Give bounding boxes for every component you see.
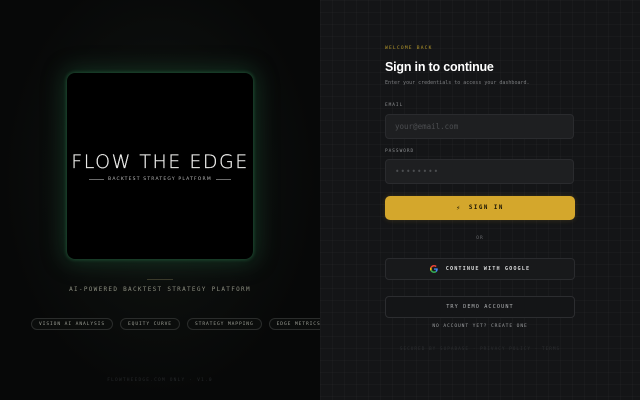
google-signin-button[interactable]: CONTINUE WITH GOOGLE: [385, 258, 575, 280]
or-divider: OR: [476, 236, 484, 241]
create-account-link[interactable]: NO ACCOUNT YET? CREATE ONE: [385, 324, 575, 329]
logo-subtitle: BACKTEST STRATEGY PLATFORM: [108, 177, 212, 182]
feature-chips: VISION AI ANALYSIS EQUITY CURVE STRATEGY…: [31, 318, 329, 330]
bolt-icon: ⚡: [456, 204, 462, 212]
brand-footer: FLOWTHEEDGE.COM ONLY · V1.0: [107, 378, 213, 383]
google-signin-label: CONTINUE WITH GOOGLE: [445, 266, 531, 272]
logo-title: FLOW THE EDGE: [71, 151, 249, 173]
email-label: EMAIL: [385, 103, 404, 108]
page-title: Sign in to continue: [385, 60, 494, 74]
logo-subtitle-row: BACKTEST STRATEGY PLATFORM: [89, 177, 232, 182]
demo-account-button[interactable]: TRY DEMO ACCOUNT: [385, 296, 575, 318]
sign-in-button[interactable]: ⚡ SIGN IN: [385, 196, 575, 220]
google-icon: [429, 265, 438, 273]
brand-panel: FLOW THE EDGE BACKTEST STRATEGY PLATFORM…: [0, 0, 329, 400]
login-panel: WELCOME BACK Sign in to continue Enter y…: [320, 0, 640, 400]
feature-chip: VISION AI ANALYSIS: [31, 318, 113, 330]
password-label: PASSWORD: [385, 149, 415, 154]
sign-in-label: SIGN IN: [468, 205, 504, 211]
logo-divider-left: [89, 179, 105, 180]
logo-card: FLOW THE EDGE BACKTEST STRATEGY PLATFORM: [67, 73, 253, 259]
page-subtitle: Enter your credentials to access your da…: [385, 80, 530, 86]
email-field[interactable]: [385, 114, 574, 139]
brand-tagline: AI-POWERED BACKTEST STRATEGY PLATFORM: [69, 286, 251, 293]
logo-divider-right: [215, 179, 232, 180]
login-footer: SECURED BY SUPABASE · PRIVACY POLICY · T…: [399, 347, 561, 352]
feature-chip: EQUITY CURVE: [119, 318, 180, 330]
demo-account-label: TRY DEMO ACCOUNT: [446, 304, 514, 310]
tagline-divider: [147, 279, 173, 280]
welcome-eyebrow: WELCOME BACK: [385, 46, 433, 51]
feature-chip: STRATEGY MAPPING: [186, 318, 262, 330]
password-field[interactable]: [385, 159, 574, 184]
